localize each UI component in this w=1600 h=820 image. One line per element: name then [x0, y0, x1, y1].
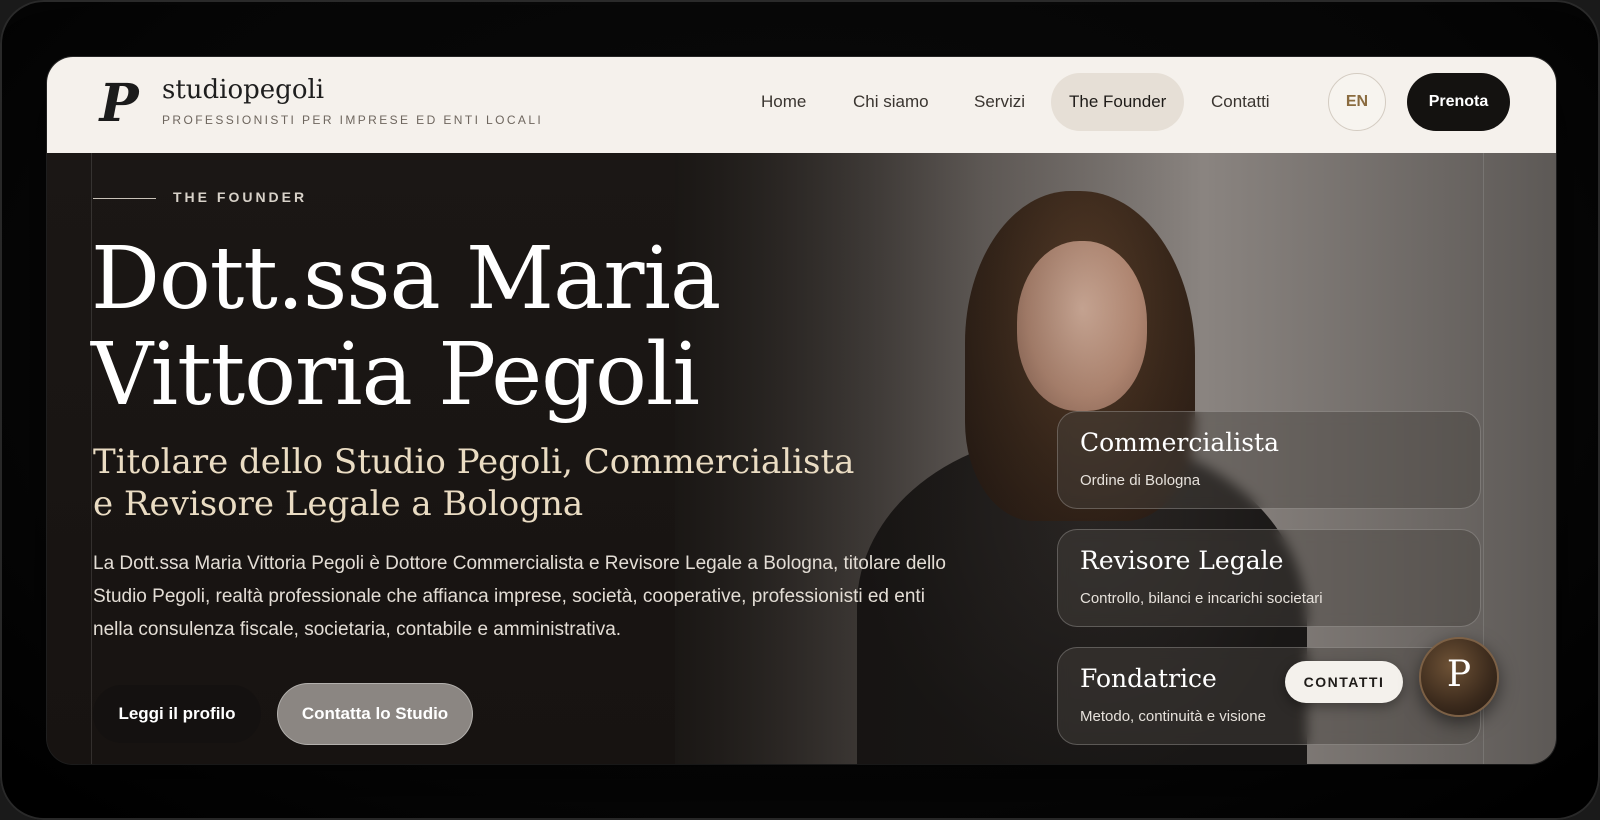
main-nav: Home Chi siamo Servizi The Founder Conta… — [47, 73, 1556, 135]
language-switch-button[interactable]: EN — [1328, 73, 1386, 131]
card-title: Fondatrice — [1080, 664, 1217, 693]
nav-contatti[interactable]: Contatti — [1193, 73, 1288, 131]
card-fondatrice: Fondatrice Metodo, continuità e visione — [1057, 647, 1481, 745]
chat-avatar-button[interactable]: P — [1419, 637, 1499, 717]
card-title: Commercialista — [1080, 428, 1280, 457]
prenota-button[interactable]: Prenota — [1407, 73, 1510, 131]
eyebrow-line — [93, 198, 156, 199]
card-title: Revisore Legale — [1080, 546, 1284, 575]
card-subtitle: Controllo, bilanci e incarichi societari — [1080, 590, 1323, 607]
hero-description: La Dott.ssa Maria Vittoria Pegoli è Dott… — [93, 553, 946, 640]
nav-chi-siamo[interactable]: Chi siamo — [835, 73, 947, 131]
floating-contact-button[interactable]: CONTATTI — [1285, 661, 1403, 703]
nav-home[interactable]: Home — [743, 73, 824, 131]
contact-studio-button[interactable]: Contatta lo Studio — [277, 683, 473, 745]
eyebrow-label: THE FOUNDER — [173, 189, 308, 205]
nav-the-founder[interactable]: The Founder — [1051, 73, 1185, 131]
card-commercialista: Commercialista Ordine di Bologna — [1057, 411, 1481, 509]
card-subtitle: Metodo, continuità e visione — [1080, 708, 1266, 725]
site-header: P studiopegoli PROFESSIONISTI PER IMPRES… — [47, 57, 1556, 154]
page-window: P studiopegoli PROFESSIONISTI PER IMPRES… — [47, 57, 1556, 764]
nav-servizi[interactable]: Servizi — [956, 73, 1043, 131]
read-profile-button[interactable]: Leggi il profilo — [93, 685, 261, 743]
card-subtitle: Ordine di Bologna — [1080, 472, 1201, 489]
card-revisore-legale: Revisore Legale Controllo, bilanci e inc… — [1057, 529, 1481, 627]
page-title: Dott.ssa Maria Vittoria Pegoli — [91, 229, 721, 425]
browser-frame: P studiopegoli PROFESSIONISTI PER IMPRES… — [0, 0, 1600, 820]
page-subtitle: Titolare dello Studio Pegoli, Commercial… — [93, 442, 855, 524]
